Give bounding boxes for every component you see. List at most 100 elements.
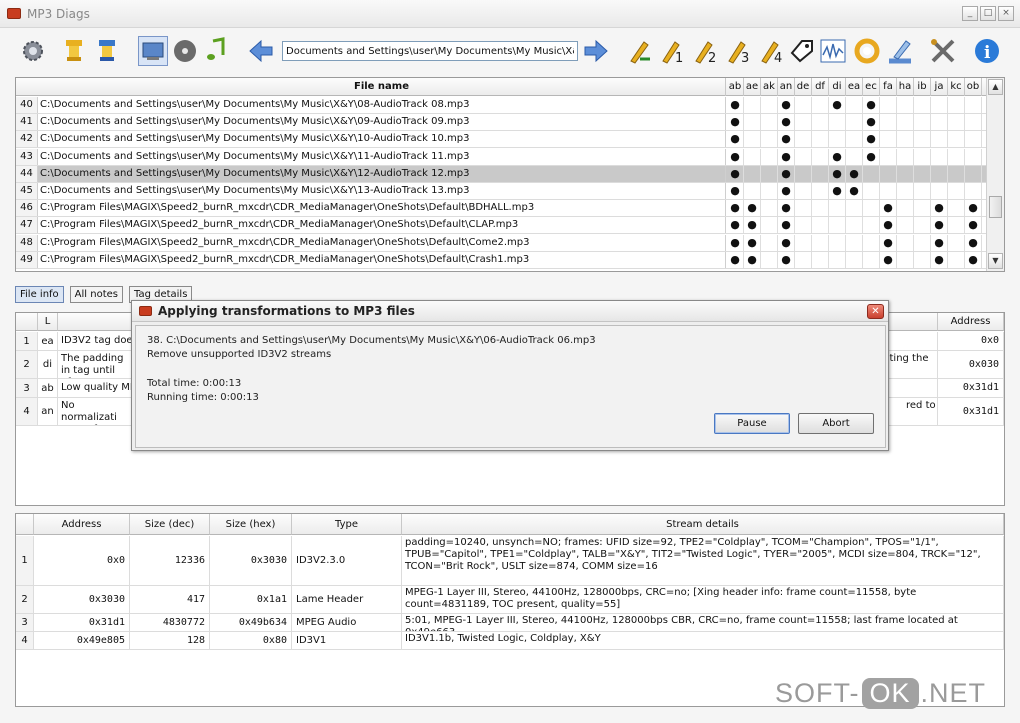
note-cell [965, 165, 982, 182]
column-header-ae[interactable]: ae [744, 78, 761, 96]
file-row[interactable]: 46 C:\Program Files\MAGIX\Speed2_burnR_mx… [16, 200, 986, 218]
transform-2-icon[interactable]: 2 [691, 36, 721, 66]
type-header[interactable]: Type [292, 514, 402, 535]
column-header-df[interactable]: df [812, 78, 829, 96]
note-cell [761, 97, 778, 113]
note-cell [846, 234, 863, 251]
tag-icon[interactable] [787, 36, 817, 66]
note-dot: ● [727, 217, 744, 234]
dialog-app-icon [139, 306, 152, 316]
note-dot: ● [863, 97, 880, 113]
note-cell [948, 217, 965, 234]
stream-row-num: 1 [16, 536, 34, 586]
filter-remove-icon[interactable] [92, 36, 122, 66]
minimize-button[interactable]: _ [962, 6, 978, 21]
note-dot: ● [778, 148, 795, 165]
note-cell [880, 97, 897, 113]
svg-text:1: 1 [675, 51, 683, 65]
file-row[interactable]: 45 C:\Documents and Settings\user\My Docu… [16, 183, 986, 200]
column-header-di[interactable]: di [829, 78, 846, 96]
note-dot: ● [829, 183, 846, 199]
address-header[interactable]: Address [34, 514, 130, 535]
note-dot: ● [880, 200, 897, 217]
normalize-icon[interactable] [818, 36, 848, 66]
back-icon[interactable] [246, 36, 276, 66]
scroll-thumb[interactable] [989, 196, 1002, 218]
row-number: 45 [16, 183, 38, 199]
path-input[interactable] [282, 41, 578, 61]
forward-icon[interactable] [581, 36, 611, 66]
rescan-icon[interactable] [852, 36, 882, 66]
note-cell [846, 200, 863, 217]
album-icon[interactable] [170, 36, 200, 66]
tab-file-info[interactable]: File info [15, 286, 64, 303]
column-header-kc[interactable]: kc [948, 78, 965, 96]
file-grid-scrollbar[interactable]: ▲ ▼ [986, 78, 1004, 271]
column-header-ak[interactable]: ak [761, 78, 778, 96]
edit-icon[interactable] [885, 36, 915, 66]
notes-address: 0x030 [938, 351, 1004, 379]
column-header-ob[interactable]: ob [965, 78, 982, 96]
note-cell [744, 97, 761, 113]
transform-1-icon[interactable]: 1 [658, 36, 688, 66]
current-action-text: Remove unsupported ID3V2 streams [147, 349, 332, 360]
column-header-ab[interactable]: ab [727, 78, 744, 96]
file-row[interactable]: 42 C:\Documents and Settings\user\My Docu… [16, 131, 986, 149]
file-row[interactable]: 40 C:\Documents and Settings\user\My Docu… [16, 97, 986, 114]
row-number: 42 [16, 131, 38, 148]
note-cell [846, 114, 863, 131]
note-cell [795, 131, 812, 148]
scroll-down-arrow[interactable]: ▼ [988, 253, 1003, 269]
info-icon[interactable]: i [972, 36, 1002, 66]
file-name-header[interactable]: File name [38, 78, 726, 96]
tools-icon[interactable] [928, 36, 958, 66]
pause-button[interactable]: Pause [714, 413, 790, 434]
transform-4-icon[interactable]: 4 [757, 36, 787, 66]
column-header-ib[interactable]: ib [914, 78, 931, 96]
scroll-up-arrow[interactable]: ▲ [988, 79, 1003, 95]
note-cell [965, 114, 982, 131]
column-header-ha[interactable]: ha [897, 78, 914, 96]
current-file-text: 38. C:\Documents and Settings\user\My Do… [147, 335, 596, 346]
column-header-an[interactable]: an [778, 78, 795, 96]
toolbar: 1 2 3 4 i [0, 30, 1020, 74]
column-header-ea[interactable]: ea [846, 78, 863, 96]
size-dec-header[interactable]: Size (dec) [130, 514, 210, 535]
stream-type: MPEG Audio [292, 614, 402, 632]
dialog-close-icon[interactable]: ✕ [867, 304, 884, 319]
notes-address: 0x31d1 [938, 398, 1004, 426]
column-header-fa[interactable]: fa [880, 78, 897, 96]
file-row[interactable]: 41 C:\Documents and Settings\user\My Docu… [16, 114, 986, 132]
abort-button[interactable]: Abort [798, 413, 874, 434]
notes-code: di [38, 351, 58, 379]
file-row[interactable]: 47 C:\Program Files\MAGIX\Speed2_burnR_mx… [16, 217, 986, 235]
note-icon[interactable] [201, 36, 231, 66]
streams-num-header [16, 514, 34, 535]
column-header-de[interactable]: de [795, 78, 812, 96]
transform-3-icon[interactable]: 3 [724, 36, 754, 66]
notes-address-header[interactable]: Address [938, 313, 1004, 331]
note-cell [829, 200, 846, 217]
file-row[interactable]: 48 C:\Program Files\MAGIX\Speed2_burnR_mx… [16, 234, 986, 252]
file-row[interactable]: 49 C:\Program Files\MAGIX\Speed2_burnR_mx… [16, 251, 986, 269]
close-button[interactable]: × [998, 6, 1014, 21]
file-row[interactable]: 43 C:\Documents and Settings\user\My Docu… [16, 148, 986, 166]
maximize-button[interactable]: □ [980, 6, 996, 21]
note-cell [812, 200, 829, 217]
filter-icon[interactable] [59, 36, 89, 66]
note-dot: ● [778, 165, 795, 182]
tab-all-notes[interactable]: All notes [69, 286, 123, 303]
note-cell [931, 114, 948, 131]
transform-icon[interactable] [625, 36, 655, 66]
file-row[interactable]: 44 C:\Documents and Settings\user\My Docu… [16, 165, 986, 183]
column-header-ec[interactable]: ec [863, 78, 880, 96]
note-cell [863, 200, 880, 217]
size-hex-header[interactable]: Size (hex) [210, 514, 292, 535]
notes-text-right: cting the [884, 353, 929, 364]
notes-level-header[interactable]: L [38, 313, 58, 331]
notes-code: ea [38, 332, 58, 351]
folder-view-icon[interactable] [138, 36, 168, 66]
gear-icon[interactable] [18, 36, 48, 66]
column-header-ja[interactable]: ja [931, 78, 948, 96]
stream-details-header[interactable]: Stream details [402, 514, 1004, 535]
